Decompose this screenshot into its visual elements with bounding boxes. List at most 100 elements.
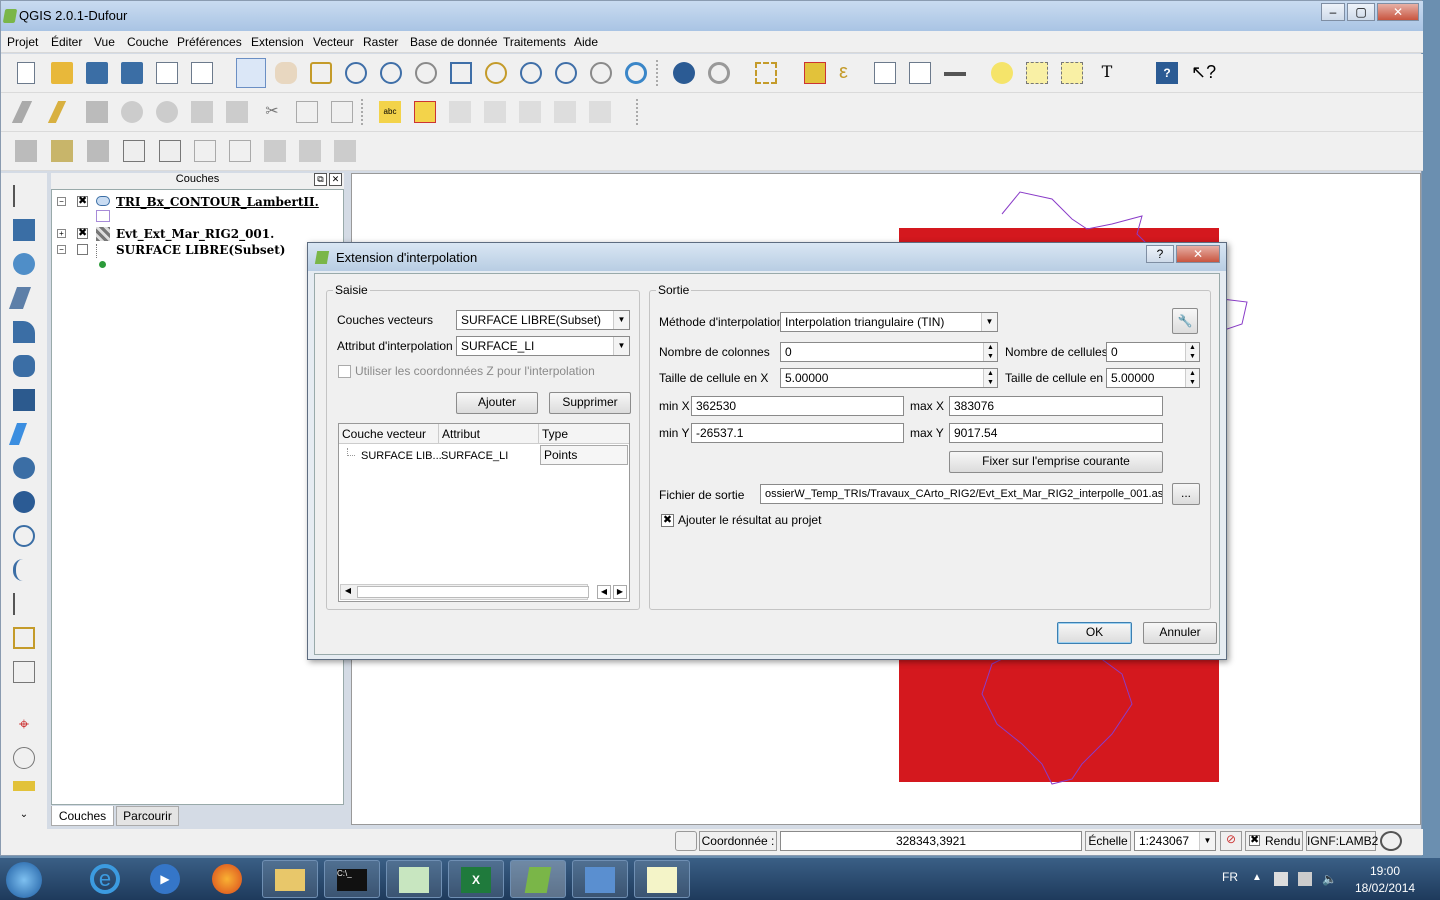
render-toggle[interactable]: ✖ Rendu — [1245, 831, 1303, 851]
crosshair-icon[interactable]: ⌖ — [13, 713, 35, 735]
zoom-in-icon[interactable] — [345, 62, 367, 84]
open-project-icon[interactable] — [51, 62, 73, 84]
add-button[interactable]: Ajouter — [456, 392, 538, 414]
add-vector-icon[interactable] — [15, 140, 37, 162]
delete-selected-icon[interactable] — [226, 101, 248, 123]
taskbar-qgis[interactable] — [510, 860, 566, 898]
menu-traitements[interactable]: Traitements — [503, 35, 566, 49]
volume-icon[interactable]: 🔈 — [1322, 872, 1337, 886]
minimize-button[interactable]: ‒ — [1321, 3, 1345, 21]
layer-visibility-checkbox[interactable] — [77, 244, 88, 255]
max-x-field[interactable]: 383076 — [949, 396, 1163, 416]
layer-tri-contour[interactable]: TRI_Bx_CONTOUR_LambertII. — [116, 195, 319, 209]
layer-visibility-checkbox[interactable]: ✖ — [77, 228, 88, 239]
close-button[interactable]: ✕ — [1377, 3, 1419, 21]
menu-preferences[interactable]: Préférences — [177, 35, 242, 49]
toolbar-grip[interactable] — [656, 60, 660, 86]
add-mssql-icon[interactable] — [334, 140, 356, 162]
add-raster-side-icon[interactable] — [13, 219, 35, 241]
coordinate-capture-icon[interactable] — [13, 747, 35, 769]
toggle-editing-icon[interactable] — [47, 101, 67, 123]
cancel-button[interactable]: Annuler — [1143, 622, 1217, 644]
layer-evt-ext-mar[interactable]: Evt_Ext_Mar_RIG2_001. — [116, 227, 274, 241]
start-button[interactable] — [6, 862, 42, 898]
zoom-last-icon[interactable] — [555, 62, 577, 84]
scroll-right-button[interactable]: ▶ — [613, 585, 627, 599]
highlight-pinned-icon[interactable] — [449, 101, 471, 123]
add-result-checkbox[interactable]: ✖ — [661, 514, 674, 527]
add-wms-side-icon[interactable] — [13, 321, 35, 343]
output-file-field[interactable]: ossierW_Temp_TRIs/Travaux_CArto_RIG2/Evt… — [760, 484, 1163, 504]
menu-raster[interactable]: Raster — [363, 35, 398, 49]
coordinate-field[interactable]: 328343,3921 — [780, 831, 1082, 851]
zoom-selection-icon[interactable] — [485, 62, 507, 84]
zoom-out-icon[interactable] — [380, 62, 402, 84]
add-mssql-side-icon[interactable] — [13, 355, 35, 377]
globe-icon[interactable] — [13, 491, 35, 513]
menu-extension[interactable]: Extension — [251, 35, 304, 49]
new-bookmark-icon[interactable] — [1026, 62, 1048, 84]
pin-labels-icon[interactable] — [414, 101, 436, 123]
taskbar-excel[interactable]: X — [448, 860, 504, 898]
rotate-label-icon[interactable] — [554, 101, 576, 123]
scroll-left-button[interactable]: ◀ — [597, 585, 611, 599]
crs-status[interactable]: IGNF:LAMB2 — [1306, 831, 1378, 851]
more-tools-icon[interactable]: ⌄ — [13, 809, 35, 831]
deselect-icon[interactable] — [804, 62, 826, 84]
type-combo[interactable]: Points — [540, 445, 628, 465]
cell-x-spinbox[interactable]: 5.00000 ▲ ▼ — [780, 368, 998, 388]
language-indicator[interactable]: FR — [1222, 870, 1238, 884]
menu-couche[interactable]: Couche — [127, 35, 168, 49]
add-oracle-icon[interactable] — [13, 389, 35, 411]
table-row-layer[interactable]: SURFACE LIB... — [361, 450, 442, 462]
node-tool-icon[interactable] — [191, 101, 213, 123]
identify-icon[interactable] — [673, 62, 695, 84]
new-project-icon[interactable] — [17, 62, 35, 84]
touch-zoom-icon[interactable] — [236, 58, 266, 88]
taskbar-explorer[interactable] — [262, 860, 318, 898]
composer-manager-icon[interactable] — [191, 62, 213, 84]
map-tips-icon[interactable] — [991, 62, 1013, 84]
field-calculator-icon[interactable] — [909, 62, 931, 84]
menu-base-de-donnee[interactable]: Base de donnée — [410, 35, 497, 49]
horizontal-scrollbar[interactable]: ◀ — [340, 584, 589, 600]
taskbar-notepad[interactable] — [634, 860, 690, 898]
tab-couches[interactable]: Couches — [51, 806, 114, 826]
capture-line-icon[interactable] — [13, 593, 35, 615]
clock-time[interactable]: 19:00 — [1370, 864, 1400, 878]
vector-layers-combo[interactable]: SURFACE LIBRE(Subset) ▼ — [456, 310, 630, 330]
scroll-thumb[interactable] — [357, 586, 589, 598]
new-spatialite-icon[interactable] — [159, 140, 181, 162]
move-feature-icon[interactable] — [156, 101, 178, 123]
expand-toggle[interactable]: + — [57, 229, 66, 238]
ok-button[interactable]: OK — [1057, 622, 1132, 644]
change-label-icon[interactable] — [589, 101, 611, 123]
zoom-actual-icon[interactable] — [415, 62, 437, 84]
taskbar-hydro[interactable] — [572, 860, 628, 898]
browse-button[interactable]: ... — [1172, 483, 1200, 505]
columns-spinbox[interactable]: 0 ▲ ▼ — [780, 342, 998, 362]
add-feature-icon[interactable] — [121, 101, 143, 123]
pan-icon[interactable] — [275, 62, 297, 84]
action-center-icon[interactable] — [1274, 872, 1288, 886]
taskbar-app[interactable] — [386, 860, 442, 898]
show-bookmarks-icon[interactable] — [1061, 62, 1083, 84]
table-row-attribute[interactable]: SURFACE_LI — [441, 450, 508, 462]
add-delimited-icon[interactable] — [299, 140, 321, 162]
paste-features-icon[interactable] — [331, 101, 353, 123]
georeferencer-icon[interactable] — [13, 627, 35, 649]
whats-this-icon[interactable]: ↖? — [1191, 62, 1216, 84]
new-shapefile-icon[interactable] — [123, 140, 145, 162]
action-icon[interactable] — [708, 62, 730, 84]
add-wcs-icon[interactable] — [229, 140, 251, 162]
add-vertex-icon[interactable] — [13, 185, 35, 207]
pan-to-selection-icon[interactable] — [310, 62, 332, 84]
float-panel-button[interactable]: ⧉ — [314, 173, 327, 186]
toolbar-grip[interactable] — [636, 99, 640, 125]
tab-parcourir[interactable]: Parcourir — [116, 806, 179, 826]
render-checkbox[interactable]: ✖ — [1249, 835, 1260, 846]
min-y-field[interactable]: -26537.1 — [691, 423, 904, 443]
scroll-left-arrow-icon[interactable]: ◀ — [342, 586, 354, 598]
stop-render-icon[interactable]: ⊘ — [1220, 831, 1242, 851]
text-annotation-icon[interactable]: T — [1096, 62, 1118, 84]
